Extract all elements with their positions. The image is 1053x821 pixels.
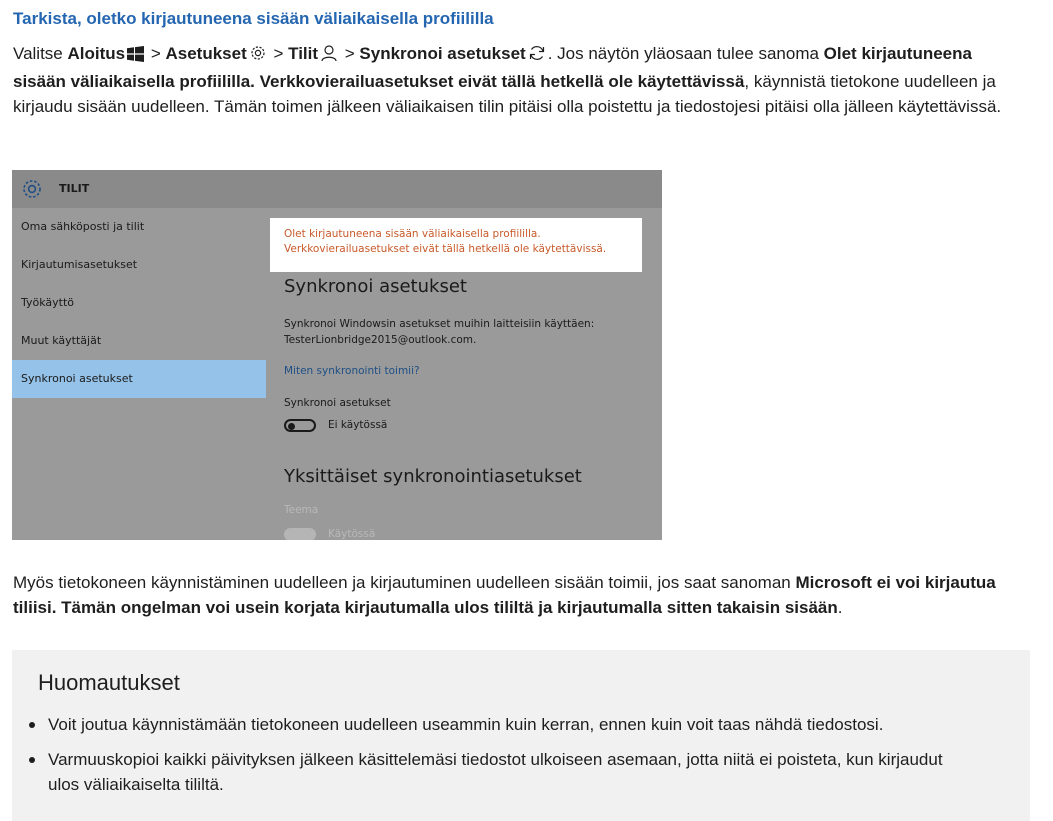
nav-item-work-access[interactable]: Työkäyttö <box>12 284 266 322</box>
individual-sync-title: Yksittäiset synkronointiasetukset <box>284 466 582 487</box>
warning-line: Olet kirjautuneena sisään väliaikaisella… <box>284 228 541 240</box>
nav-item-other-users[interactable]: Muut käyttäjät <box>12 322 266 360</box>
warning-line: Verkkovierailuasetukset eivät tällä hetk… <box>284 243 607 255</box>
text: Myös tietokoneen käynnistäminen uudellee… <box>13 573 796 592</box>
sync-label: Synkronoi asetukset <box>359 44 526 63</box>
settings-title-bar: TILIT <box>12 170 662 208</box>
text: > <box>268 44 289 63</box>
text: > <box>340 44 360 63</box>
note-item: Varmuuskopioi kaikki päivityksen jälkeen… <box>12 747 978 797</box>
text: > <box>146 44 166 63</box>
how-sync-works-link[interactable]: Miten synkronointi toimii? <box>284 365 420 377</box>
accounts-label: Tilit <box>288 44 319 63</box>
instructions-paragraph: Valitse Aloitus > Asetukset > Tilit > Sy… <box>13 41 1023 119</box>
sync-description: Synkronoi Windowsin asetukset muihin lai… <box>284 316 654 348</box>
theme-caption: Teema <box>284 504 319 516</box>
nav-item-email-accounts[interactable]: Oma sähköposti ja tilit <box>12 208 266 246</box>
start-label: Aloitus <box>67 44 126 63</box>
description-line: Synkronoi Windowsin asetukset muihin lai… <box>284 318 595 330</box>
text: Valitse <box>13 44 68 63</box>
settings-screenshot: TILIT Oma sähköposti ja tilit Kirjautumi… <box>12 170 662 540</box>
windows-icon <box>127 44 145 69</box>
person-icon <box>320 44 338 69</box>
account-email: TesterLionbridge2015@outlook.com. <box>284 334 477 346</box>
section-heading: Tarkista, oletko kirjautuneena sisään vä… <box>13 9 494 28</box>
sync-toggle-caption: Synkronoi asetukset <box>284 397 391 409</box>
settings-label: Asetukset <box>165 44 247 63</box>
text: . Jos näytön yläosaan tulee sanoma <box>547 44 824 63</box>
notes-list: Voit joutua käynnistämään tietokoneen uu… <box>12 712 1012 807</box>
settings-nav: Oma sähköposti ja tilit Kirjautumisasetu… <box>12 208 266 540</box>
gear-icon <box>249 44 267 69</box>
gear-icon <box>21 178 43 204</box>
note-item: Voit joutua käynnistämään tietokoneen uu… <box>12 712 978 737</box>
sync-toggle[interactable] <box>284 419 316 432</box>
settings-content: Olet kirjautuneena sisään väliaikaisella… <box>270 208 662 540</box>
notes-box: Huomautukset Voit joutua käynnistämään t… <box>12 650 1030 821</box>
text: . <box>837 598 843 617</box>
nav-item-sync-settings[interactable]: Synkronoi asetukset <box>12 360 266 398</box>
temporary-profile-warning: Olet kirjautuneena sisään väliaikaisella… <box>270 218 642 272</box>
theme-toggle[interactable] <box>284 528 316 540</box>
sync-toggle-state: Ei käytössä <box>328 419 388 431</box>
theme-toggle-state: Käytössä <box>328 528 376 540</box>
restart-paragraph: Myös tietokoneen käynnistäminen uudellee… <box>13 570 1023 620</box>
notes-title: Huomautukset <box>38 670 180 695</box>
sync-icon <box>528 44 546 69</box>
nav-item-sign-in-options[interactable]: Kirjautumisasetukset <box>12 246 266 284</box>
sync-settings-title: Synkronoi asetukset <box>284 276 467 297</box>
settings-title: TILIT <box>59 182 90 195</box>
